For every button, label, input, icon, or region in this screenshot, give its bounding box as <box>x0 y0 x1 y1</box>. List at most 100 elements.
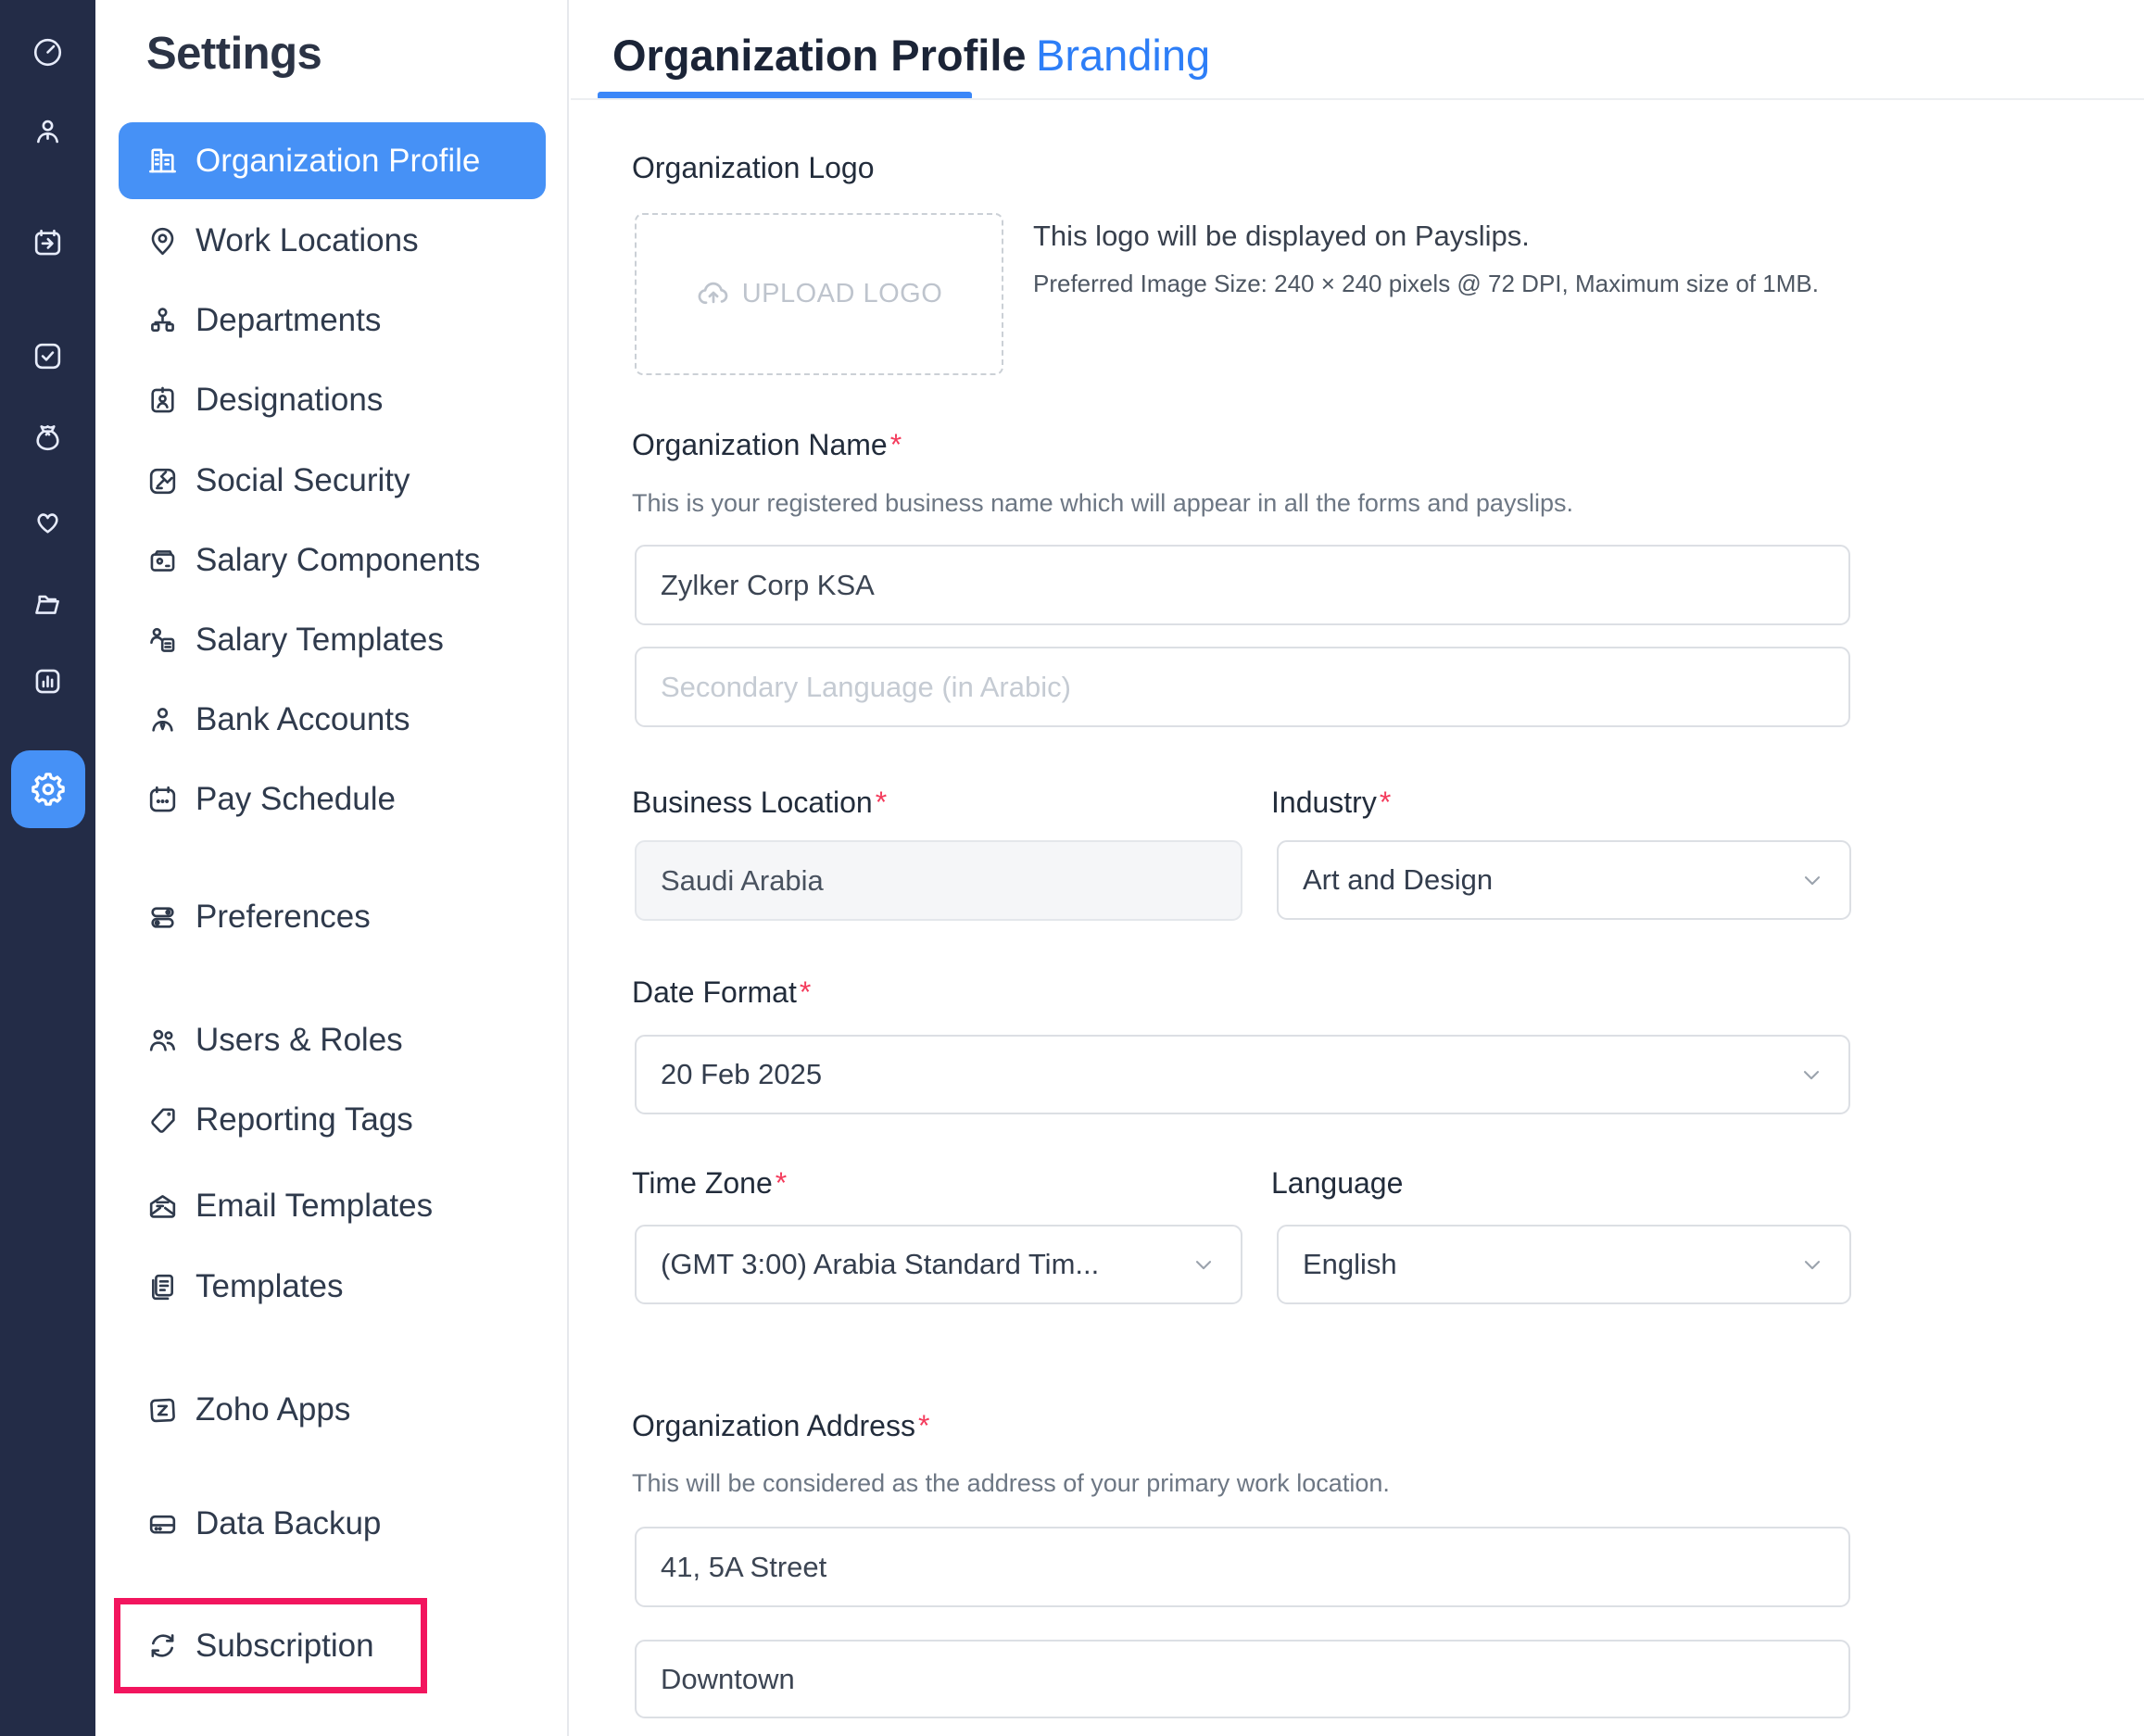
sidebar-item-email-templates[interactable]: Email Templates <box>95 1166 569 1246</box>
documents-icon[interactable] <box>19 573 78 633</box>
map-pin-icon <box>145 224 180 258</box>
logo-note-small: Preferred Image Size: 240 × 240 pixels @… <box>1033 270 1819 298</box>
organization-name-label: Organization Name* <box>632 428 902 462</box>
sidebar-item-reporting-tags[interactable]: Reporting Tags <box>95 1080 569 1160</box>
organization-address-label: Organization Address* <box>632 1409 929 1443</box>
sidebar-item-salary-components[interactable]: Salary Components <box>95 521 569 600</box>
sidebar-item-label: Organization Profile <box>195 143 480 180</box>
approvals-icon[interactable] <box>19 326 78 385</box>
sidebar-item-label: Bank Accounts <box>195 701 410 738</box>
person-document-icon <box>145 623 180 658</box>
tag-icon <box>145 1103 180 1138</box>
required-asterisk: * <box>876 786 887 819</box>
cloud-upload-icon <box>696 277 731 312</box>
sidebar-item-label: Subscription <box>195 1628 374 1665</box>
sidebar-item-label: Data Backup <box>195 1505 381 1542</box>
settings-sidebar: Settings Organization Profile Work Locat… <box>95 0 569 1736</box>
sidebar-item-bank-accounts[interactable]: Bank Accounts <box>95 680 569 760</box>
required-asterisk: * <box>1380 786 1391 819</box>
time-zone-select[interactable]: (GMT 3:00) Arabia Standard Tim... <box>635 1225 1242 1304</box>
payroll-settings-screen: Settings Organization Profile Work Locat… <box>0 0 2144 1736</box>
organization-profile-panel: Organization Profile Branding Organizati… <box>571 0 2144 1736</box>
tab-divider <box>571 98 2144 100</box>
sidebar-item-label: Salary Components <box>195 542 480 579</box>
required-asterisk: * <box>776 1166 787 1200</box>
employees-icon[interactable] <box>19 102 78 161</box>
refresh-icon <box>145 1629 180 1663</box>
sidebar-item-label: Templates <box>195 1268 344 1305</box>
toggles-icon <box>145 900 180 935</box>
reports-icon[interactable] <box>19 651 78 711</box>
sidebar-item-salary-templates[interactable]: Salary Templates <box>95 600 569 680</box>
sidebar-item-label: Reporting Tags <box>195 1101 413 1138</box>
sidebar-item-pay-schedule[interactable]: Pay Schedule <box>95 760 569 839</box>
sidebar-item-users-roles[interactable]: Users & Roles <box>95 1000 569 1080</box>
envelope-icon <box>145 1189 180 1224</box>
sidebar-item-work-locations[interactable]: Work Locations <box>95 201 569 281</box>
chevron-down-icon <box>1799 1252 1825 1277</box>
id-badge-icon <box>145 384 180 418</box>
sidebar-item-label: Salary Templates <box>195 622 444 659</box>
loans-icon[interactable] <box>19 407 78 466</box>
settings-gear-icon[interactable] <box>11 750 85 828</box>
industry-select[interactable]: Art and Design <box>1277 840 1851 920</box>
sidebar-item-label: Pay Schedule <box>195 781 396 818</box>
sidebar-item-departments[interactable]: Departments <box>95 281 569 360</box>
chevron-down-icon <box>1799 867 1825 893</box>
sidebar-item-label: Departments <box>195 302 381 339</box>
sidebar-item-label: Email Templates <box>195 1188 433 1225</box>
dashboard-icon[interactable] <box>19 22 78 82</box>
app-rail <box>0 0 95 1736</box>
drive-icon <box>145 1507 180 1541</box>
language-label: Language <box>1271 1166 1403 1201</box>
wallet-icon <box>145 544 180 578</box>
sidebar-item-preferences[interactable]: Preferences <box>95 877 569 957</box>
upload-logo-button[interactable]: UPLOAD LOGO <box>635 213 1003 375</box>
chevron-down-icon <box>1191 1252 1217 1277</box>
sidebar-item-label: Designations <box>195 382 383 419</box>
sidebar-item-data-backup[interactable]: Data Backup <box>95 1484 569 1564</box>
address-area-input[interactable] <box>635 1640 1850 1718</box>
banker-icon <box>145 703 180 737</box>
annotation-highlight: Subscription <box>114 1598 427 1693</box>
logo-note: This logo will be displayed on Payslips. <box>1033 220 1530 253</box>
building-icon <box>145 144 180 178</box>
pay-runs-icon[interactable] <box>19 213 78 272</box>
calendar-dots-icon <box>145 783 180 817</box>
required-asterisk: * <box>918 1409 929 1442</box>
sidebar-item-label: Work Locations <box>195 222 419 259</box>
zoho-z-icon <box>145 1393 180 1428</box>
gavel-icon <box>145 464 180 498</box>
date-format-select[interactable]: 20 Feb 2025 <box>635 1035 1850 1114</box>
sidebar-item-templates[interactable]: Templates <box>95 1247 569 1327</box>
sidebar-item-subscription[interactable]: Subscription <box>120 1604 421 1687</box>
required-asterisk: * <box>800 975 811 1009</box>
organization-logo-label: Organization Logo <box>632 151 875 185</box>
users-icon <box>145 1024 180 1058</box>
sidebar-item-social-security[interactable]: Social Security <box>95 441 569 521</box>
hierarchy-icon <box>145 304 180 338</box>
settings-title: Settings <box>146 28 322 80</box>
tab-organization-profile[interactable]: Organization Profile <box>612 30 1027 81</box>
sidebar-item-label: Zoho Apps <box>195 1391 350 1428</box>
address-street-input[interactable] <box>635 1527 1850 1607</box>
organization-address-helper: This will be considered as the address o… <box>632 1469 1390 1498</box>
secondary-language-input[interactable] <box>635 647 1850 727</box>
time-zone-label: Time Zone* <box>632 1166 787 1201</box>
required-asterisk: * <box>890 428 902 461</box>
benefits-icon[interactable] <box>19 491 78 550</box>
date-format-label: Date Format* <box>632 975 811 1010</box>
industry-label: Industry* <box>1271 786 1391 820</box>
business-location-field: Saudi Arabia <box>635 840 1242 921</box>
sidebar-item-organization-profile[interactable]: Organization Profile <box>119 122 546 199</box>
organization-name-helper: This is your registered business name wh… <box>632 489 1573 518</box>
organization-name-input[interactable] <box>635 545 1850 625</box>
language-select[interactable]: English <box>1277 1225 1851 1304</box>
stacked-documents-icon <box>145 1270 180 1304</box>
upload-logo-label: UPLOAD LOGO <box>742 279 943 309</box>
sidebar-item-label: Users & Roles <box>195 1022 403 1059</box>
sidebar-item-label: Preferences <box>195 899 371 936</box>
tab-branding[interactable]: Branding <box>1036 30 1210 81</box>
sidebar-item-zoho-apps[interactable]: Zoho Apps <box>95 1370 569 1450</box>
sidebar-item-designations[interactable]: Designations <box>95 360 569 440</box>
